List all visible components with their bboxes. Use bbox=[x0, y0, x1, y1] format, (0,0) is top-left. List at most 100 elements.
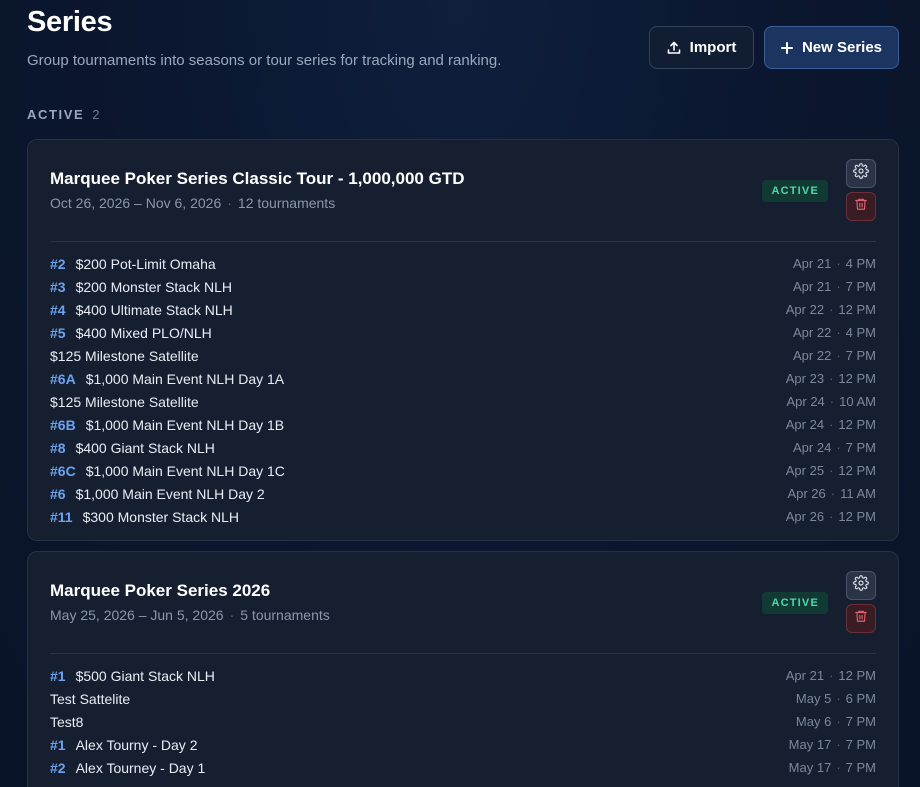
tournament-name: Alex Tourney - Day 1 bbox=[75, 759, 206, 776]
series-meta: May 25, 2026 – Jun 5, 2026 · 5 tournaments bbox=[50, 607, 330, 623]
tournament-info: #1 Alex Tourny - Day 2 bbox=[50, 737, 197, 753]
tournament-row[interactable]: #8 $400 Giant Stack NLH Apr 24 · 7 PM bbox=[50, 436, 876, 459]
delete-button[interactable] bbox=[846, 192, 876, 221]
settings-button[interactable] bbox=[846, 571, 876, 600]
tournament-time: 12 PM bbox=[838, 509, 876, 524]
tournament-schedule: May 6 · 7 PM bbox=[795, 714, 876, 729]
tournament-time: 12 PM bbox=[838, 668, 876, 683]
tournament-date: Apr 26 bbox=[785, 509, 825, 524]
tournament-row[interactable]: #2 $200 Pot-Limit Omaha Apr 21 · 4 PM bbox=[50, 252, 876, 275]
tournament-time: 7 PM bbox=[845, 279, 876, 294]
tournament-number: #6B bbox=[50, 416, 76, 433]
tournament-schedule: Apr 22 · 12 PM bbox=[785, 302, 876, 317]
tournament-number: #2 bbox=[50, 759, 66, 776]
tournament-time: 11 AM bbox=[840, 486, 876, 501]
tournament-number: #6 bbox=[50, 485, 66, 502]
tournament-info: #1 $500 Giant Stack NLH bbox=[50, 668, 215, 684]
tournament-number: #4 bbox=[50, 301, 66, 318]
tournament-schedule: Apr 26 · 11 AM bbox=[787, 486, 876, 501]
tournament-schedule: Apr 21 · 4 PM bbox=[793, 256, 876, 271]
tournament-time: 7 PM bbox=[845, 348, 876, 363]
tournament-date: Apr 22 bbox=[793, 325, 832, 340]
section-header-active: ACTIVE 2 bbox=[27, 107, 100, 122]
series-meta: Oct 26, 2026 – Nov 6, 2026 · 12 tournament… bbox=[50, 195, 336, 211]
tournament-name: Alex Tourny - Day 2 bbox=[75, 736, 198, 753]
series-page: Series Group tournaments into seasons or… bbox=[0, 0, 920, 787]
import-button[interactable]: Import bbox=[649, 26, 754, 69]
tournament-info: #8 $400 Giant Stack NLH bbox=[50, 440, 215, 456]
section-count: 2 bbox=[92, 107, 100, 122]
tournament-time: 12 PM bbox=[838, 302, 876, 317]
tournament-schedule: Apr 21 · 7 PM bbox=[793, 279, 876, 294]
tournament-schedule: Apr 22 · 7 PM bbox=[793, 348, 876, 363]
tournament-schedule: May 5 · 6 PM bbox=[795, 691, 876, 706]
tournament-time: 7 PM bbox=[845, 714, 876, 729]
card-divider bbox=[50, 241, 876, 242]
tournament-date: Apr 24 bbox=[786, 394, 825, 409]
new-series-button[interactable]: New Series bbox=[764, 26, 899, 69]
page-subtitle: Group tournaments into seasons or tour s… bbox=[27, 52, 502, 69]
tournament-date: Apr 24 bbox=[785, 417, 825, 432]
series-title[interactable]: Marquee Poker Series Classic Tour - 1,00… bbox=[50, 169, 464, 189]
tournament-list: #2 $200 Pot-Limit Omaha Apr 21 · 4 PM #3 $200 … bbox=[50, 252, 876, 528]
tournament-name: $125 Milestone Satellite bbox=[50, 393, 199, 410]
tournament-row[interactable]: #5 $400 Mixed PLO/NLH Apr 22 · 4 PM bbox=[50, 321, 876, 344]
tournament-date: May 5 bbox=[795, 691, 832, 706]
tournament-time: 7 PM bbox=[845, 737, 876, 752]
tournament-time: 10 AM bbox=[839, 394, 876, 409]
tournament-date: Apr 21 bbox=[793, 256, 832, 271]
status-badge: ACTIVE bbox=[762, 592, 828, 614]
tournament-number: #6C bbox=[50, 462, 76, 479]
series-card[interactable]: Marquee Poker Series 2026 May 25, 2026 –… bbox=[27, 551, 899, 787]
tournament-time: 4 PM bbox=[845, 325, 876, 340]
tournament-info: #6C $1,000 Main Event NLH Day 1C bbox=[50, 463, 285, 479]
tournament-schedule: Apr 21 · 12 PM bbox=[785, 668, 876, 683]
trash-icon bbox=[854, 197, 868, 216]
tournament-row[interactable]: Test8 May 6 · 7 PM bbox=[50, 710, 876, 733]
tournament-name: $125 Milestone Satellite bbox=[50, 347, 199, 364]
tournament-row[interactable]: Test Sattelite May 5 · 6 PM bbox=[50, 687, 876, 710]
tournament-name: $400 Ultimate Stack NLH bbox=[75, 301, 233, 318]
tournament-row[interactable]: #3 $200 Monster Stack NLH Apr 21 · 7 PM bbox=[50, 275, 876, 298]
tournament-row[interactable]: #11 $300 Monster Stack NLH Apr 26 · 12 PM bbox=[50, 505, 876, 528]
tournament-schedule: Apr 24 · 12 PM bbox=[785, 417, 876, 432]
tournament-info: #2 Alex Tourney - Day 1 bbox=[50, 760, 205, 776]
tournament-info: #11 $300 Monster Stack NLH bbox=[50, 509, 239, 525]
tournament-name: $400 Mixed PLO/NLH bbox=[75, 324, 212, 341]
delete-button[interactable] bbox=[846, 604, 876, 633]
series-tournament-count: 12 tournaments bbox=[237, 195, 336, 211]
tournament-row[interactable]: $125 Milestone Satellite Apr 22 · 7 PM bbox=[50, 344, 876, 367]
tournament-schedule: Apr 23 · 12 PM bbox=[785, 371, 876, 386]
tournament-time: 12 PM bbox=[838, 417, 876, 432]
tournament-name: $500 Giant Stack NLH bbox=[75, 667, 215, 684]
tournament-date: May 6 bbox=[795, 714, 832, 729]
tournament-info: $125 Milestone Satellite bbox=[50, 394, 199, 410]
card-divider bbox=[50, 653, 876, 654]
tournament-number: #8 bbox=[50, 439, 66, 456]
tournament-row[interactable]: #1 $500 Giant Stack NLH Apr 21 · 12 PM bbox=[50, 664, 876, 687]
tournament-row[interactable]: #6B $1,000 Main Event NLH Day 1B Apr 24 · 12… bbox=[50, 413, 876, 436]
tournament-row[interactable]: #6A $1,000 Main Event NLH Day 1A Apr 23 · 12… bbox=[50, 367, 876, 390]
tournament-row[interactable]: #4 $400 Ultimate Stack NLH Apr 22 · 12 PM bbox=[50, 298, 876, 321]
tournament-schedule: May 17 · 7 PM bbox=[788, 760, 876, 775]
series-card[interactable]: Marquee Poker Series Classic Tour - 1,00… bbox=[27, 139, 899, 541]
tournament-time: 12 PM bbox=[838, 463, 876, 478]
tournament-row[interactable]: #1 Alex Tourny - Day 2 May 17 · 7 PM bbox=[50, 733, 876, 756]
tournament-row[interactable]: #6C $1,000 Main Event NLH Day 1C Apr 25 · 12… bbox=[50, 459, 876, 482]
tournament-row[interactable]: #2 Alex Tourney - Day 1 May 17 · 7 PM bbox=[50, 756, 876, 779]
tournament-time: 7 PM bbox=[845, 760, 876, 775]
plus-icon bbox=[780, 41, 793, 54]
tournament-row[interactable]: #6 $1,000 Main Event NLH Day 2 Apr 26 · 11 A… bbox=[50, 482, 876, 505]
tournament-number: #3 bbox=[50, 278, 66, 295]
status-badge: ACTIVE bbox=[762, 180, 828, 202]
series-title[interactable]: Marquee Poker Series 2026 bbox=[50, 581, 270, 601]
gear-icon bbox=[853, 575, 869, 596]
settings-button[interactable] bbox=[846, 159, 876, 188]
tournament-time: 12 PM bbox=[838, 371, 876, 386]
series-dates: Oct 26, 2026 – Nov 6, 2026 bbox=[50, 195, 222, 211]
tournament-row[interactable]: $125 Milestone Satellite Apr 24 · 10 AM bbox=[50, 390, 876, 413]
tournament-name: $1,000 Main Event NLH Day 1A bbox=[85, 370, 285, 387]
tournament-info: #6 $1,000 Main Event NLH Day 2 bbox=[50, 486, 265, 502]
tournament-time: 6 PM bbox=[845, 691, 876, 706]
tournament-name: $1,000 Main Event NLH Day 2 bbox=[75, 485, 265, 502]
